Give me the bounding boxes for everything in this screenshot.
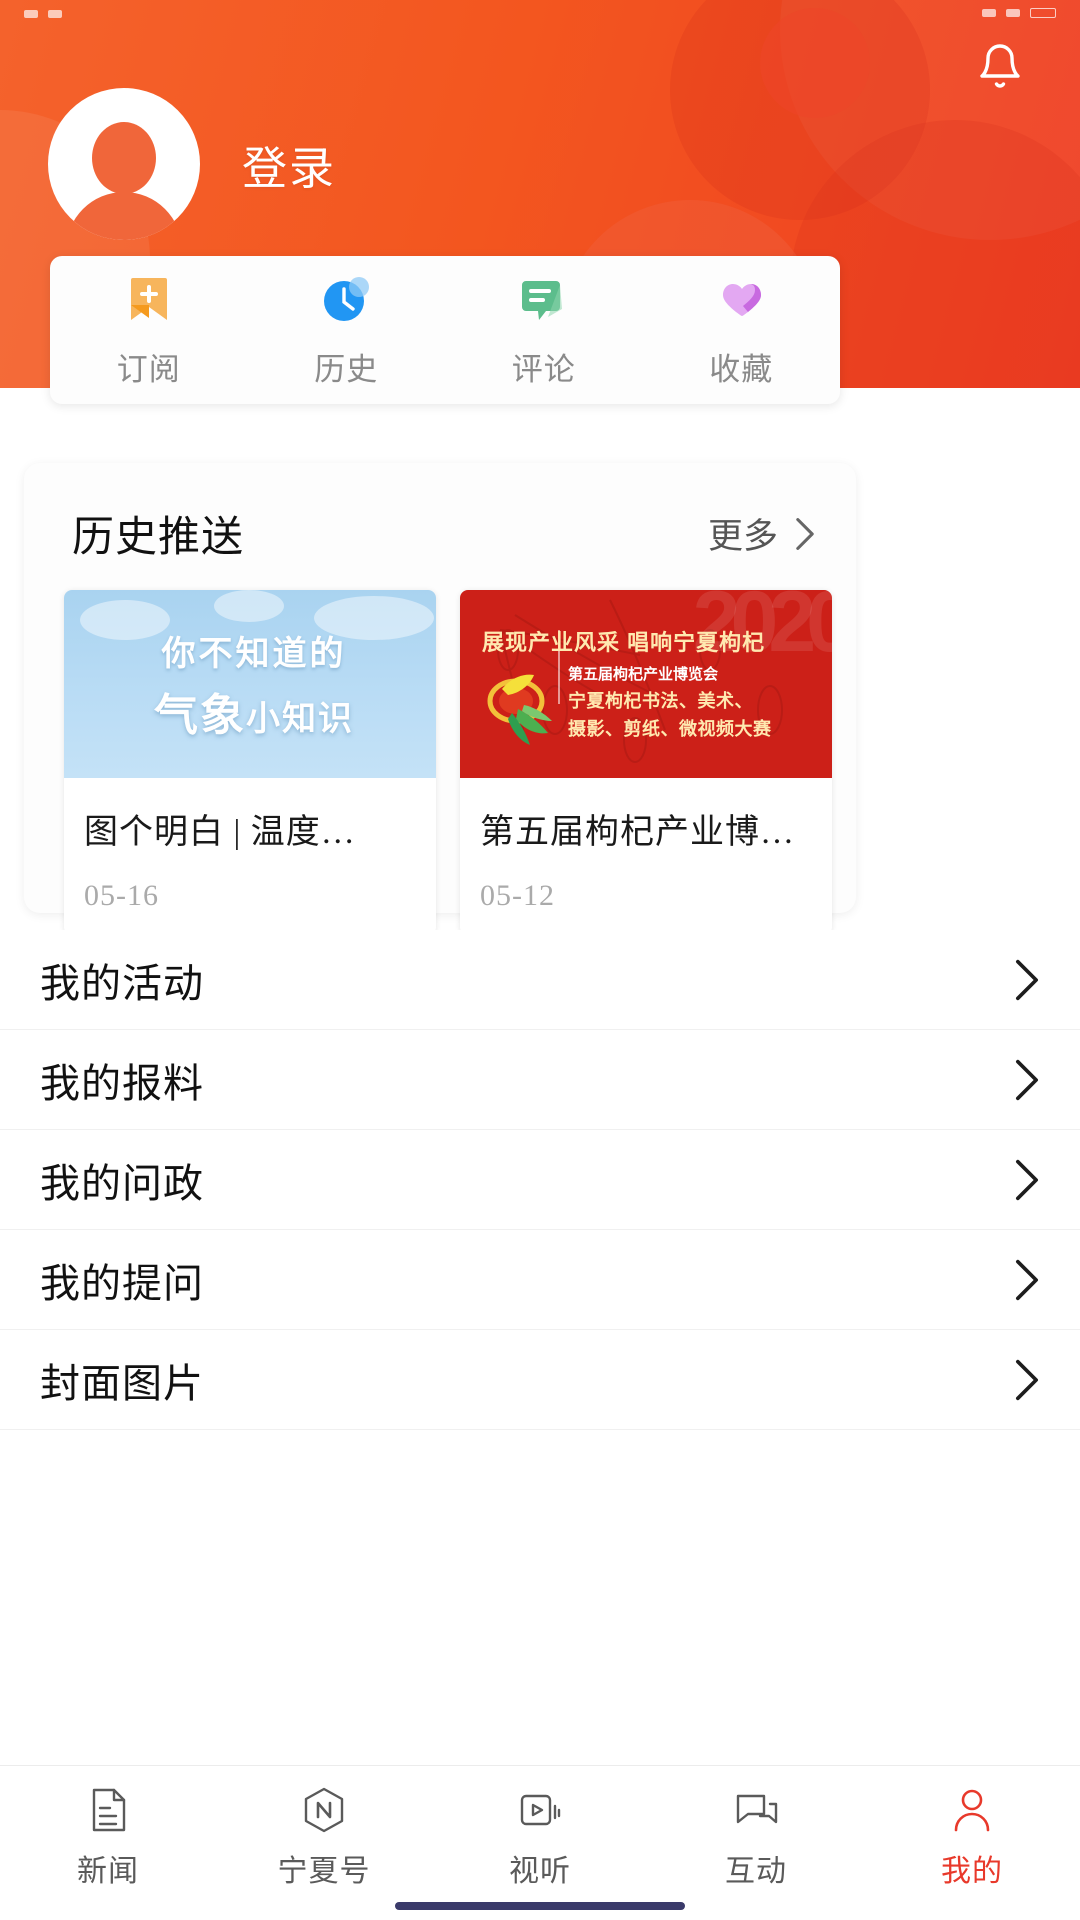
thumbnail-line-2-small: 小知识 [246, 699, 354, 738]
menu-row-my-activities[interactable]: 我的活动 [0, 930, 1080, 1030]
quick-item-history[interactable]: 历史 [248, 272, 446, 389]
thumbnail-line-2: 气象小知识 [154, 679, 354, 743]
quick-item-subscribe[interactable]: 订阅 [50, 272, 248, 389]
interaction-chat-icon [736, 1794, 778, 1824]
status-bar [0, 0, 1080, 20]
article-thumbnail: 你不知道的 气象小知识 [64, 590, 436, 778]
battery-icon [1030, 8, 1056, 18]
article-date: 05-12 [480, 879, 555, 912]
chevron-right-icon [1015, 1059, 1038, 1100]
article-title: 第五届枸杞产业博… [480, 814, 795, 851]
chevron-right-icon [1015, 1159, 1038, 1200]
nav-label: 互动 [725, 1855, 787, 1888]
subscribe-bookmark-icon [121, 272, 177, 328]
article-date: 05-16 [84, 879, 159, 912]
bell-icon [980, 44, 1020, 88]
nav-item-profile[interactable]: 我的 [864, 1784, 1080, 1890]
poster-subtitle-3: 摄影、剪纸、微视频大赛 [568, 719, 772, 739]
more-link[interactable]: 更多 [708, 508, 816, 559]
menu-label: 我的问政 [40, 1160, 204, 1206]
menu-label: 我的提问 [40, 1260, 204, 1306]
quick-item-label: 订阅 [116, 351, 181, 387]
history-clock-icon [318, 272, 374, 328]
notification-bell-button[interactable] [962, 28, 1038, 104]
nav-label: 宁夏号 [277, 1855, 371, 1888]
nav-item-interaction[interactable]: 互动 [648, 1784, 864, 1890]
profile-login-area[interactable]: 登录 [48, 88, 336, 240]
quick-item-comment[interactable]: 评论 [445, 272, 643, 389]
menu-label: 我的活动 [40, 960, 204, 1006]
history-push-header: 历史推送 更多 [24, 463, 856, 564]
menu-row-my-tipoffs[interactable]: 我的报料 [0, 1030, 1080, 1130]
chevron-right-icon [1015, 1359, 1038, 1400]
quick-item-label: 收藏 [709, 351, 774, 387]
history-push-card: 历史推送 更多 你不知道的 气象小知识 图个明白 | 温度… 05-16 202… [24, 463, 856, 935]
nav-label: 视听 [509, 1855, 571, 1888]
signal-bars-icon [982, 9, 996, 17]
wifi-icon [1006, 9, 1020, 17]
signal-icon [24, 10, 38, 18]
article-thumbnail: 2020 展现产业风采 唱响宁夏枸杞 第五届枸杞产业博览会 宁夏枸杞书法、美术、… [460, 590, 832, 778]
thumbnail-line-2-big: 气象 [154, 690, 246, 740]
quick-access-card: 订阅 历史 评论 收藏 [50, 256, 840, 404]
history-push-list: 你不知道的 气象小知识 图个明白 | 温度… 05-16 2020 展现产业风采… [24, 564, 856, 935]
menu-label: 封面图片 [40, 1360, 204, 1406]
nav-item-video[interactable]: 视听 [432, 1784, 648, 1890]
bottom-navigation-bar: 新闻 宁夏号 视听 互动 我的 [0, 1765, 1080, 1920]
nav-label: 我的 [941, 1855, 1003, 1888]
comment-bubble-icon [516, 272, 572, 328]
poster-text-block: 展现产业风采 唱响宁夏枸杞 第五届枸杞产业博览会 宁夏枸杞书法、美术、 摄影、剪… [482, 625, 772, 743]
poster-subtitle-2: 宁夏枸杞书法、美术、 [568, 691, 753, 711]
poster-headline: 展现产业风采 唱响宁夏枸杞 [482, 630, 766, 655]
chevron-right-icon [1015, 1259, 1038, 1300]
quick-item-label: 评论 [511, 351, 576, 387]
login-label[interactable]: 登录 [242, 132, 336, 197]
more-label: 更多 [707, 517, 778, 556]
header-decor-blob [760, 8, 870, 118]
home-indicator [395, 1902, 685, 1910]
avatar[interactable] [48, 88, 200, 240]
poster-subtitle-1: 第五届枸杞产业博览会 [568, 666, 719, 683]
ningxia-hao-icon [304, 1787, 344, 1833]
quick-item-favorite[interactable]: 收藏 [643, 272, 841, 389]
menu-label: 我的报料 [40, 1060, 204, 1106]
article-title: 图个明白 | 温度… [84, 814, 356, 851]
menu-row-cover-image[interactable]: 封面图片 [0, 1330, 1080, 1430]
nav-item-ningxia-hao[interactable]: 宁夏号 [216, 1784, 432, 1890]
menu-row-my-government-inquiry[interactable]: 我的问政 [0, 1130, 1080, 1230]
list-item[interactable]: 2020 展现产业风采 唱响宁夏枸杞 第五届枸杞产业博览会 宁夏枸杞书法、美术、… [460, 590, 832, 935]
thumbnail-line-1: 你不知道的 [161, 634, 347, 673]
news-document-icon [92, 1788, 126, 1832]
wifi-icon [48, 10, 62, 18]
nav-label: 新闻 [77, 1855, 139, 1888]
page-title: 历史推送 [72, 515, 245, 561]
nav-item-news[interactable]: 新闻 [0, 1784, 216, 1890]
favorite-heart-icon [713, 272, 769, 328]
chevron-right-icon [796, 517, 814, 550]
video-audio-icon [520, 1794, 561, 1826]
settings-menu-list: 我的活动 我的报料 我的问政 我的提问 封面图片 [0, 930, 1080, 1430]
menu-row-my-questions[interactable]: 我的提问 [0, 1230, 1080, 1330]
header-decor-blob [670, 0, 930, 220]
quick-item-label: 历史 [314, 351, 379, 387]
list-item[interactable]: 你不知道的 气象小知识 图个明白 | 温度… 05-16 [64, 590, 436, 935]
profile-person-icon [954, 1789, 990, 1832]
goji-emblem-icon [472, 655, 564, 747]
chevron-right-icon [1015, 959, 1038, 1000]
